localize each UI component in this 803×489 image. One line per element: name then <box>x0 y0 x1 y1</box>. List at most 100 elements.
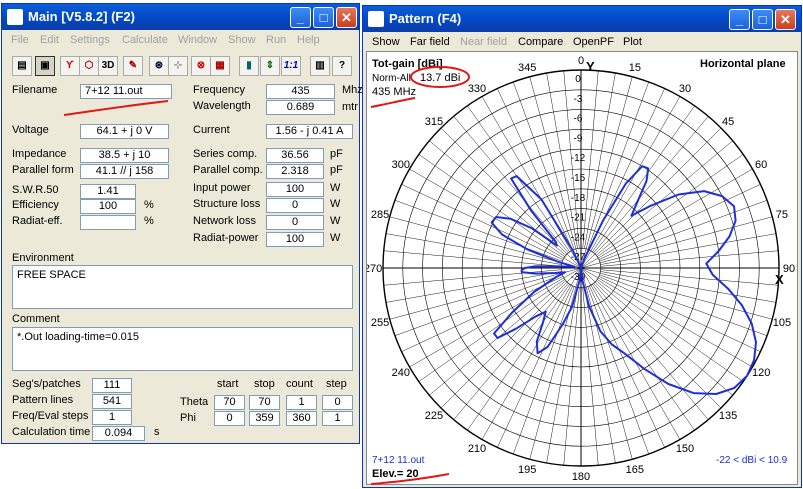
comment-box[interactable]: *.Out loading-time=0.015 <box>12 327 353 371</box>
pattern-titlebar[interactable]: Pattern (F4) _ □ ✕ <box>363 6 801 32</box>
pattern-plot-area[interactable]: 0 15 30 45 60 75 90 105 120 135 150 165 180 195 210 225… <box>366 51 798 485</box>
menu-compare[interactable]: Compare <box>518 36 563 48</box>
grid-spoke <box>580 267 633 460</box>
grid-spoke <box>497 88 573 251</box>
menu-show[interactable]: Show <box>372 36 400 48</box>
menu-window[interactable]: Window <box>178 34 217 46</box>
grid-spoke <box>383 269 562 286</box>
theta-start-field[interactable]: 70 <box>214 395 245 410</box>
minimize-icon[interactable]: _ <box>729 9 750 30</box>
minimize-icon[interactable]: _ <box>290 7 311 28</box>
theta-step-field[interactable]: 0 <box>322 395 353 410</box>
angle-tick-label: 345 <box>518 62 536 74</box>
radial-tick-label: -9 <box>574 133 583 144</box>
maximize-icon[interactable]: □ <box>313 7 334 28</box>
parallel-comp-label: Parallel comp. <box>193 164 263 176</box>
filename-label: Filename <box>12 84 58 96</box>
plane-text: Horizontal plane <box>700 58 786 70</box>
menu-far-field[interactable]: Far field <box>410 36 450 48</box>
radial-tick-label: 0 <box>575 74 581 85</box>
close-icon[interactable]: ✕ <box>336 7 357 28</box>
menu-help[interactable]: Help <box>297 34 320 46</box>
main-titlebar[interactable]: Main [V5.8.2] (F2) _ □ ✕ <box>2 4 359 30</box>
grid-spoke <box>597 279 744 382</box>
input-power-field[interactable]: 100 <box>266 182 324 197</box>
close-icon[interactable]: ✕ <box>775 9 796 30</box>
angle-tick-label: 180 <box>572 471 590 483</box>
angle-tick-label: 165 <box>626 464 644 476</box>
maximize-icon[interactable]: □ <box>752 9 773 30</box>
polar-plot: 0 15 30 45 60 75 90 105 120 135 150 165 180 195 210 225… <box>367 55 795 485</box>
angle-tick-label: 315 <box>425 116 443 128</box>
filename-field[interactable]: 7+12 11.out <box>80 84 172 99</box>
menu-calculate[interactable]: Calculate <box>122 34 168 46</box>
menu-file[interactable]: File <box>11 34 29 46</box>
environment-box[interactable]: FREE SPACE <box>12 265 353 309</box>
impedance-label: Impedance <box>12 148 67 160</box>
menu-show[interactable]: Show <box>228 34 256 46</box>
pattern-lines-field: 541 <box>92 394 132 409</box>
grid-spoke <box>497 285 573 448</box>
menu-run[interactable]: Run <box>266 34 286 46</box>
menu-plot[interactable]: Plot <box>623 36 642 48</box>
load-icon[interactable]: ⊗ <box>191 56 211 76</box>
main-menubar: File Edit Settings Calculate Window Show… <box>5 31 356 50</box>
menu-near-field[interactable]: Near field <box>460 36 507 48</box>
angle-tick-label: 120 <box>752 367 770 379</box>
grid-spoke <box>580 96 681 269</box>
angle-tick-label: 240 <box>392 367 410 379</box>
help-icon[interactable]: ? <box>332 56 352 76</box>
phi-count-field[interactable]: 360 <box>286 411 317 426</box>
phi-stop-field[interactable]: 359 <box>249 411 280 426</box>
menu-edit[interactable]: Edit <box>40 34 59 46</box>
grid-spoke <box>584 72 616 249</box>
antenna-icon[interactable]: ϒ <box>60 56 80 76</box>
menu-openpf[interactable]: OpenPF <box>573 36 614 48</box>
structure-loss-label: Structure loss <box>193 198 261 210</box>
table-icon[interactable]: ▦ <box>210 56 230 76</box>
menu-settings[interactable]: Settings <box>70 34 110 46</box>
save-icon[interactable]: ▣ <box>35 56 55 76</box>
notepad-icon[interactable]: ▥ <box>310 56 330 76</box>
series-comp-label: Series comp. <box>193 148 258 160</box>
grid-spoke <box>563 287 580 466</box>
grid-spoke <box>587 286 649 455</box>
freq-eval-label: Freq/Eval steps <box>12 410 89 422</box>
grid-spoke <box>481 96 582 269</box>
phi-step-field[interactable]: 1 <box>322 411 353 426</box>
freq-text: 435 MHz <box>372 86 416 98</box>
source-icon[interactable]: ⊛ <box>149 56 169 76</box>
radiat-power-unit: W <box>330 232 341 244</box>
parallel-comp-unit: pF <box>330 164 343 176</box>
main-window: Main [V5.8.2] (F2) _ □ ✕ File Edit Setti… <box>1 3 363 444</box>
radial-tick-label: -12 <box>571 153 586 164</box>
current-field: 1.56 - j 0.41 A <box>266 124 353 139</box>
segs-field: 111 <box>92 378 132 393</box>
norm-label: Norm-All <box>372 73 411 84</box>
frequency-field[interactable]: 435 <box>266 84 335 99</box>
theta-stop-field[interactable]: 70 <box>249 395 280 410</box>
angle-tick-label: 285 <box>371 209 389 221</box>
grid-spoke <box>409 267 582 368</box>
tune-icon[interactable]: ⇕ <box>260 56 280 76</box>
grid-spoke <box>584 287 616 464</box>
angle-tick-label: 135 <box>719 410 737 422</box>
input-power-label: Input power <box>193 182 251 194</box>
3d-view-icon[interactable]: 3D <box>98 56 118 76</box>
ratio-icon[interactable]: 1:1 <box>281 56 301 76</box>
theta-count-field[interactable]: 1 <box>286 395 317 410</box>
edit-icon[interactable]: ✎ <box>123 56 143 76</box>
geometry-icon[interactable]: ⬡ <box>79 56 99 76</box>
sweep-icon[interactable]: ▮ <box>239 56 259 76</box>
open-file-icon[interactable]: ▤ <box>12 56 32 76</box>
phi-label: Phi <box>180 412 196 424</box>
angle-tick-label: 150 <box>676 443 694 455</box>
efficiency-field: 100 <box>80 199 136 214</box>
phi-start-field[interactable]: 0 <box>214 411 245 426</box>
series-comp-unit: pF <box>330 148 343 160</box>
grid-spoke <box>589 285 665 448</box>
pattern-app-icon <box>368 11 384 27</box>
ground-icon[interactable]: ⊹ <box>168 56 188 76</box>
current-label: Current <box>193 124 230 136</box>
radial-tick-label: -18 <box>571 193 586 204</box>
